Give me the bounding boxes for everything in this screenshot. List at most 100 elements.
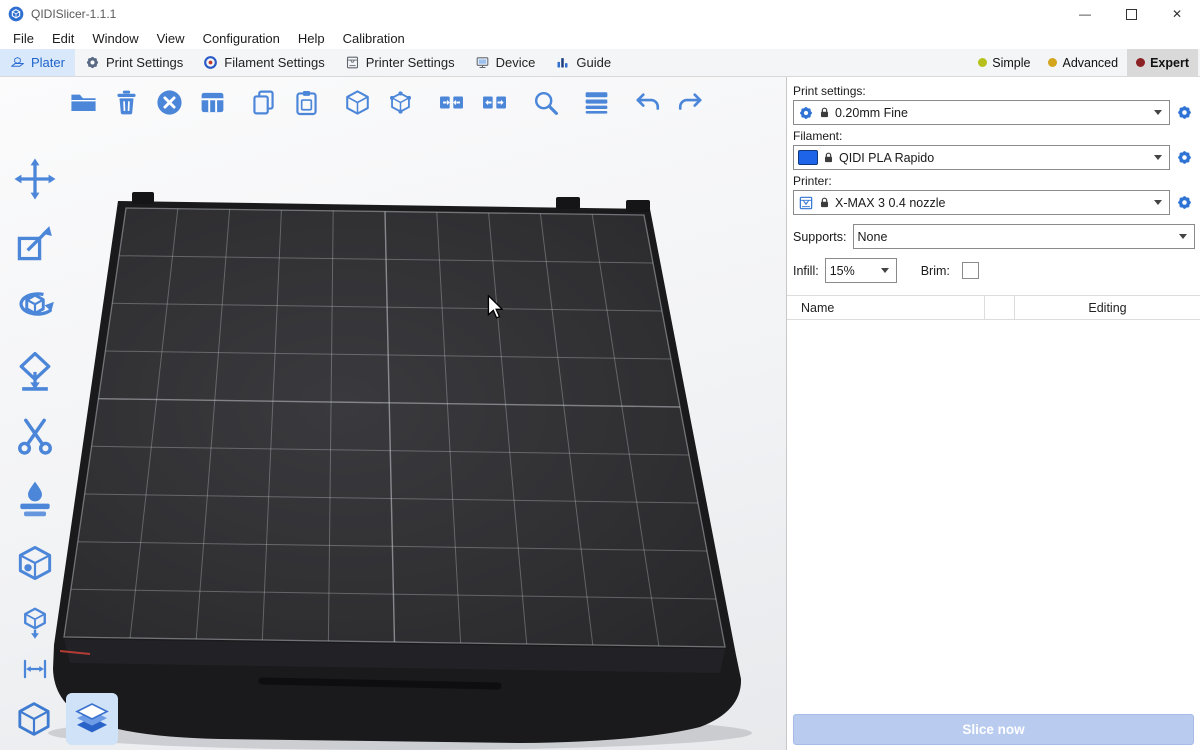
redo-icon [676,88,705,117]
paint-support-icon [13,477,57,521]
printer-gear-button[interactable] [1173,192,1195,214]
sidebar: Print settings: 0.20mm Fine Filament: QI… [786,77,1200,750]
column-spacer [984,296,1014,319]
mode-label: Simple [992,56,1030,70]
slice-now-button[interactable]: Slice now [793,714,1194,745]
viewport-3d[interactable] [0,77,786,750]
copy-button[interactable] [246,85,280,119]
scale-button[interactable] [8,219,62,266]
print-settings-label: Print settings: [793,84,1194,98]
chevron-down-icon [1154,110,1162,115]
print-settings-combo[interactable]: 0.20mm Fine [793,100,1170,125]
print-profile-icon [798,105,814,121]
menu-calibration[interactable]: Calibration [334,31,414,46]
gear-icon [1176,104,1193,121]
tab-guide[interactable]: Guide [545,49,621,76]
mode-dot-icon [978,58,987,67]
title-bar: QIDISlicer-1.1.1 — ✕ [0,0,1200,28]
tab-print-settings[interactable]: Print Settings [75,49,193,76]
filament-combo[interactable]: QIDI PLA Rapido [793,145,1170,170]
menu-file[interactable]: File [4,31,43,46]
menu-edit[interactable]: Edit [43,31,83,46]
undo-button[interactable] [630,85,664,119]
view-3d-icon [14,699,54,739]
printer-combo[interactable]: X-MAX 3 0.4 nozzle [793,190,1170,215]
tab-bar: PlaterPrint SettingsFilament SettingsPri… [0,49,1200,77]
tab-printer-settings[interactable]: Printer Settings [335,49,465,76]
measure-button[interactable] [8,653,62,685]
place-on-face-button[interactable] [8,347,62,394]
delete-all-button[interactable] [152,85,186,119]
print-settings-gear-button[interactable] [1173,102,1195,124]
scale-icon [13,221,57,265]
open-project-icon [69,88,98,117]
close-button[interactable]: ✕ [1154,0,1200,28]
mode-dot-icon [1136,58,1145,67]
add-shape-button[interactable] [340,85,374,119]
mouse-cursor [487,295,503,320]
view-preview-button[interactable] [66,693,118,745]
menu-configuration[interactable]: Configuration [194,31,289,46]
delete-icon [112,88,141,117]
menu-window[interactable]: Window [83,31,147,46]
column-editing[interactable]: Editing [1014,296,1200,319]
maximize-button[interactable] [1108,0,1154,28]
delete-all-icon [155,88,184,117]
chevron-down-icon [881,268,889,273]
search-button[interactable] [528,85,562,119]
rotate-button[interactable] [8,283,62,330]
tab-filament-settings[interactable]: Filament Settings [193,49,334,76]
supports-combo[interactable]: None [853,224,1195,249]
brim-checkbox[interactable] [962,262,979,279]
mode-label: Expert [1150,56,1189,70]
toolbar-top [66,85,716,119]
copy-icon [249,88,278,117]
variable-layer-height-button[interactable] [579,85,613,119]
redo-button[interactable] [673,85,707,119]
rotate-icon [13,285,57,329]
paste-button[interactable] [289,85,323,119]
seam-button[interactable] [8,539,62,586]
menu-view[interactable]: View [148,31,194,46]
tab-device[interactable]: Device [465,49,546,76]
arrange-button[interactable] [195,85,229,119]
filament-color-swatch [798,150,818,165]
brim-label: Brim: [921,264,950,278]
print-bed [0,77,786,750]
mode-simple[interactable]: Simple [969,49,1039,76]
move-button[interactable] [8,155,62,202]
cut-button[interactable] [8,411,62,458]
undo-icon [633,88,662,117]
delete-button[interactable] [109,85,143,119]
split-to-parts-icon [480,88,509,117]
gear-icon [1176,194,1193,211]
measure-icon [20,654,50,684]
sink-button[interactable] [8,603,62,643]
printer-label: Printer: [793,174,1194,188]
split-to-parts-button[interactable] [477,85,511,119]
mode-advanced[interactable]: Advanced [1039,49,1127,76]
open-project-button[interactable] [66,85,100,119]
gear-icon [85,55,100,70]
split-to-objects-button[interactable] [383,85,417,119]
column-name[interactable]: Name [787,296,984,319]
guide-icon [555,55,570,70]
paint-support-button[interactable] [8,475,62,522]
mode-dot-icon [1048,58,1057,67]
sink-icon [17,605,53,641]
seam-icon [13,541,57,585]
mode-label: Advanced [1062,56,1118,70]
merge-objects-button[interactable] [434,85,468,119]
arrange-icon [198,88,227,117]
mode-expert[interactable]: Expert [1127,49,1198,76]
view-3d-button[interactable] [8,693,60,745]
objects-list[interactable] [787,320,1200,706]
minimize-button[interactable]: — [1062,0,1108,28]
tab-label: Device [496,55,536,70]
filament-gear-button[interactable] [1173,147,1195,169]
menu-help[interactable]: Help [289,31,334,46]
supports-label: Supports: [793,230,847,244]
infill-combo[interactable]: 15% [825,258,897,283]
maximize-icon [1126,9,1137,20]
tab-plater[interactable]: Plater [0,49,75,76]
